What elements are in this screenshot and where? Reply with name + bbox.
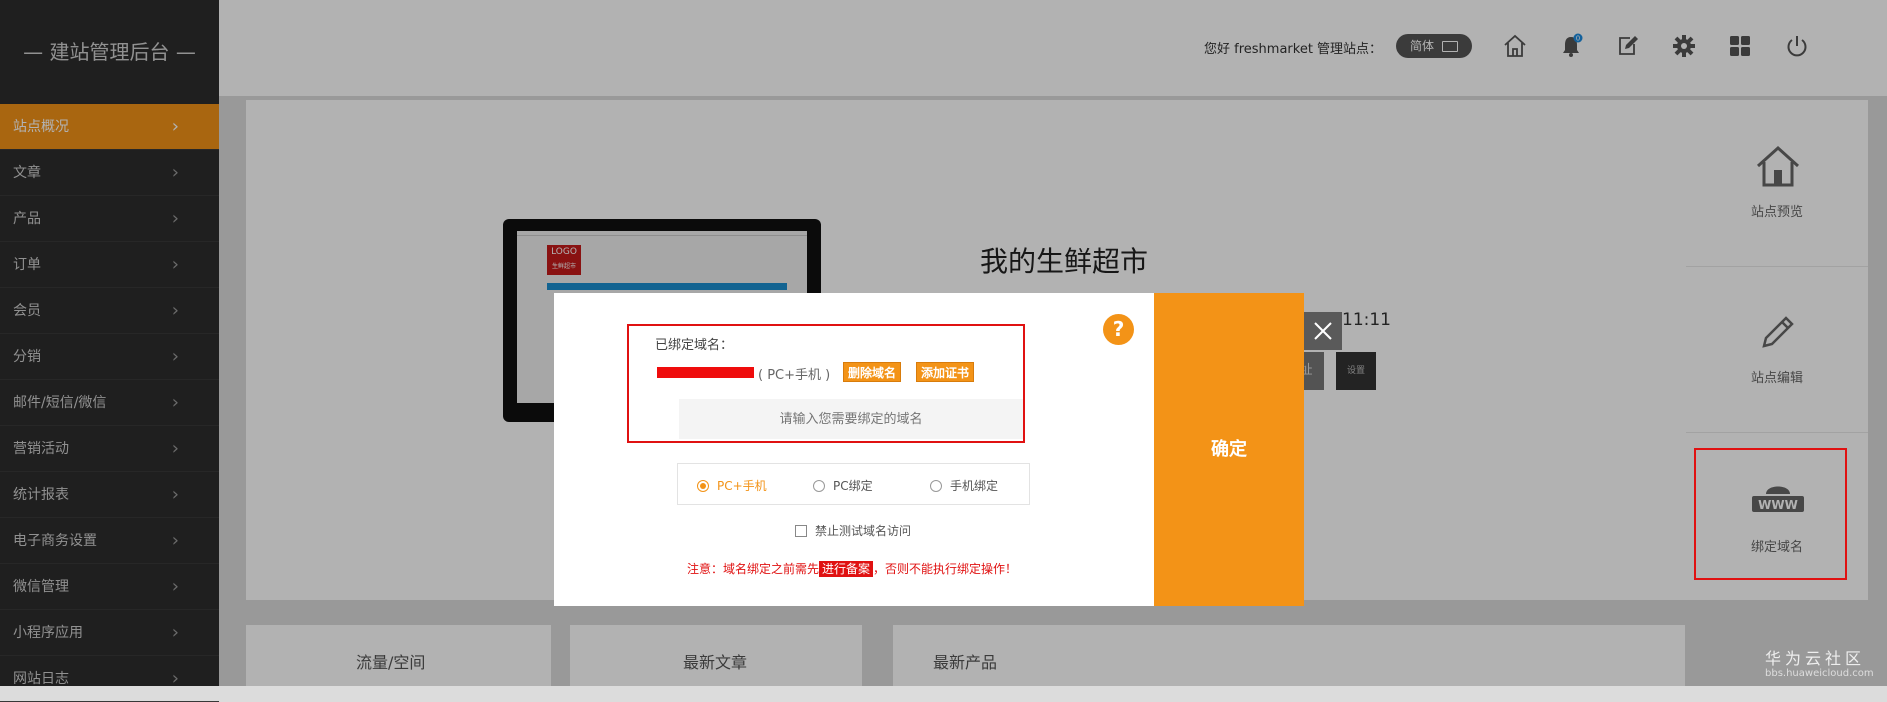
radio-pc[interactable]: PC绑定 — [813, 477, 873, 494]
confirm-button[interactable]: 确定 — [1154, 293, 1304, 606]
watermark-url: bbs.huaweicloud.com — [1765, 668, 1874, 679]
bind-mode-group: PC+手机 PC绑定 手机绑定 — [677, 463, 1030, 505]
checkbox-label: 禁止测试域名访问 — [815, 524, 912, 538]
bound-domain-type: ( PC+手机 ) — [758, 368, 831, 383]
checkbox-icon — [795, 525, 807, 537]
radio-pc-mobile[interactable]: PC+手机 — [697, 477, 767, 494]
delete-domain-button[interactable]: 删除域名 — [843, 362, 902, 382]
close-button[interactable] — [1304, 312, 1342, 350]
block-test-domain-checkbox[interactable]: 禁止测试域名访问 — [795, 522, 911, 539]
radio-empty-icon — [813, 480, 825, 492]
bound-domain-label: 已绑定域名： — [655, 338, 734, 353]
radio-empty-icon — [930, 480, 942, 492]
close-icon — [1314, 322, 1332, 340]
filing-link[interactable]: 进行备案 — [819, 561, 874, 577]
bind-domain-highlight — [1694, 448, 1847, 580]
redacted-domain — [657, 367, 754, 378]
add-certificate-button[interactable]: 添加证书 — [916, 362, 975, 382]
domain-input[interactable] — [679, 399, 1023, 439]
watermark-title: 华为云社区 — [1765, 649, 1866, 668]
help-icon[interactable]: ? — [1103, 314, 1134, 345]
radio-mobile[interactable]: 手机绑定 — [930, 477, 998, 494]
radio-selected-icon — [697, 480, 709, 492]
filing-notice: 注意：域名绑定之前需先 进行备案 ，否则不能执行绑定操作！ — [687, 561, 1018, 577]
